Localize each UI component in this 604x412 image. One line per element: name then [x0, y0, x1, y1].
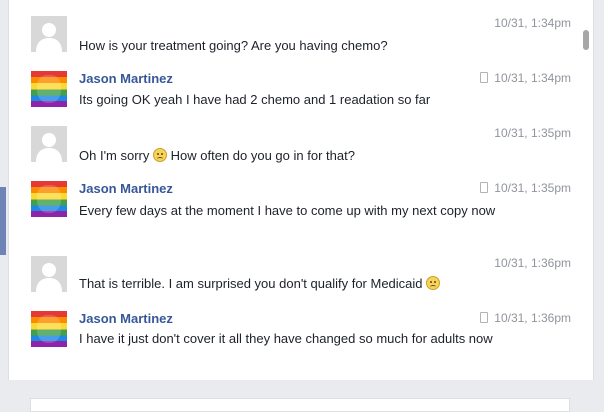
sender-name[interactable]: Jason Martinez: [79, 181, 173, 196]
message-timestamp: 10/31, 1:34pm: [480, 71, 571, 85]
message-text: How is your treatment going? Are you hav…: [79, 38, 388, 53]
mobile-phone-icon: [480, 72, 489, 83]
frown-emoji-icon: [426, 276, 441, 290]
frown-emoji-icon: [153, 148, 168, 162]
message-text-part: How often do you go in for that?: [170, 148, 355, 163]
default-avatar-icon[interactable]: [31, 256, 67, 292]
conversation-panel: 10/31, 1:34pm How is your treatment goin…: [8, 0, 594, 380]
message-item: Jason Martinez 10/31, 1:35pm Every few d…: [29, 181, 571, 239]
message-timestamp: 10/31, 1:35pm: [494, 126, 571, 140]
scrollbar-thumb[interactable]: [583, 30, 589, 50]
message-timestamp: 10/31, 1:35pm: [480, 181, 571, 195]
default-avatar-icon[interactable]: [31, 126, 67, 162]
message-item: 10/31, 1:36pm That is terrible. I am sur…: [29, 256, 571, 296]
message-text: Every few days at the moment I have to c…: [79, 203, 496, 218]
user-avatar[interactable]: [31, 71, 67, 107]
timestamp-text: 10/31, 1:34pm: [494, 71, 571, 85]
scrollbar[interactable]: [581, 0, 591, 380]
message-text-part: Oh I'm sorry: [79, 148, 150, 163]
chat-sidebar-tab[interactable]: [0, 187, 6, 255]
message-item: Jason Martinez 10/31, 1:36pm I have it j…: [29, 311, 571, 369]
message-text: Oh I'm sorry How often do you go in for …: [79, 146, 519, 165]
message-timestamp: 10/31, 1:34pm: [494, 16, 571, 30]
message-text: Its going OK yeah I have had 2 chemo and…: [79, 92, 431, 107]
sender-name[interactable]: Jason Martinez: [79, 71, 173, 86]
mobile-phone-icon: [480, 312, 489, 323]
user-avatar[interactable]: [31, 181, 67, 217]
sender-name[interactable]: Jason Martinez: [79, 311, 173, 326]
message-text-part: That is terrible. I am surprised you don…: [79, 276, 423, 291]
timestamp-text: 10/31, 1:36pm: [494, 311, 571, 325]
timestamp-text: 10/31, 1:35pm: [494, 181, 571, 195]
default-avatar-icon[interactable]: [31, 16, 67, 52]
message-item: 10/31, 1:35pm Oh I'm sorry How often do …: [29, 126, 571, 166]
user-avatar[interactable]: [31, 311, 67, 347]
mobile-phone-icon: [480, 182, 489, 193]
message-item: Jason Martinez 10/31, 1:34pm Its going O…: [29, 71, 571, 111]
message-text: That is terrible. I am surprised you don…: [79, 274, 519, 293]
message-timestamp: 10/31, 1:36pm: [480, 311, 571, 325]
message-timestamp: 10/31, 1:36pm: [494, 256, 571, 270]
reply-input[interactable]: [30, 398, 570, 412]
message-item: 10/31, 1:34pm How is your treatment goin…: [29, 16, 571, 56]
message-text: I have it just don't cover it all they h…: [79, 331, 493, 346]
